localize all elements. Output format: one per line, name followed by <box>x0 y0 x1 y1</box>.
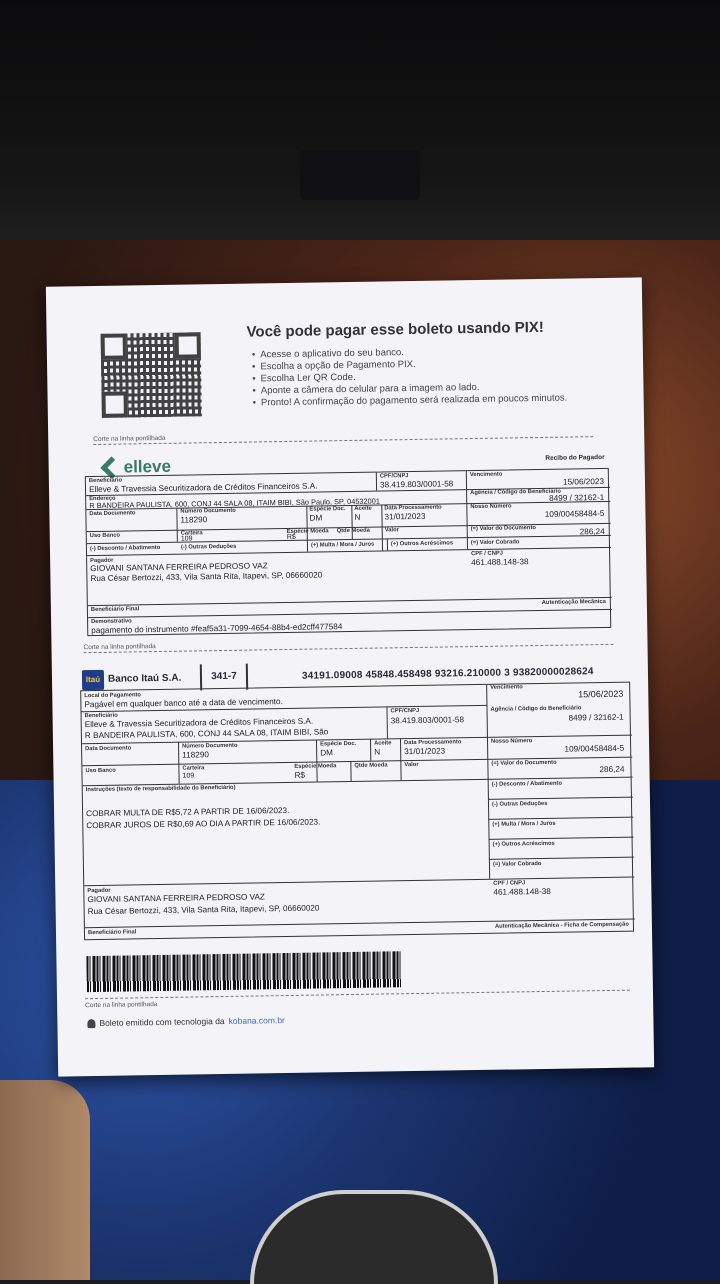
hand <box>0 1080 90 1280</box>
ficha-pagador-cpf: 461.488.148-38 <box>493 886 551 897</box>
recibo-data-processamento: 31/01/2023 <box>384 511 426 522</box>
ficha-numero-documento: 118290 <box>182 750 209 760</box>
ficha-endereco: R BANDEIRA PAULISTA, 600, CONJ 44 SALA 0… <box>84 727 329 741</box>
cut-line <box>93 436 594 446</box>
bank-name: Banco Itaú S.A. <box>107 672 182 685</box>
ficha-nosso-numero: 109/00458484-5 <box>564 743 625 754</box>
pix-title: Você pode pagar esse boleto usando PIX! <box>246 318 544 341</box>
cut-label: Corte na linha pontilhada <box>85 1001 158 1010</box>
recibo-pagador-cpf: 461.488.148-38 <box>471 557 529 568</box>
boleto-paper: Você pode pagar esse boleto usando PIX! … <box>45 277 655 1077</box>
ficha-instrucao-multa: COBRAR MULTA DE R$5,72 A PARTIR DE 16/06… <box>86 805 290 819</box>
bank-code: 341-7 <box>199 663 249 691</box>
ficha-valor-documento: 286,24 <box>599 764 625 775</box>
ficha-pagador-nome: GIOVANI SANTANA FERREIRA PEDROSO VAZ <box>87 892 265 905</box>
ficha-cnpj: 38.419.803/0001-58 <box>390 715 465 726</box>
kobana-footer: Boleto emitido com tecnologia da kobana.… <box>87 1015 285 1028</box>
ficha-local-pagamento: Pagável em qualquer banco até a data de … <box>84 697 283 710</box>
recibo-nosso-numero: 109/00458484-5 <box>544 508 605 519</box>
recibo-title: Recibo do Pagador <box>545 453 605 462</box>
cut-label: Corte na linha pontilhada <box>83 643 156 652</box>
ficha-pagador-endereco: Rua César Bertozzi, 433, Vila Santa Rita… <box>87 903 320 917</box>
cut-label: Corte na linha pontilhada <box>93 434 166 444</box>
ficha-instrucao-juros: COBRAR JUROS DE R$0,69 AO DIA A PARTIR D… <box>86 817 321 831</box>
cut-line <box>85 989 630 1000</box>
kobana-icon <box>87 1018 96 1028</box>
recibo-numero-documento: 118290 <box>180 515 208 525</box>
barcode <box>86 951 402 993</box>
recibo-cnpj: 38.419.803/0001-58 <box>379 479 454 490</box>
recibo-agencia: 8499 / 32162-1 <box>549 492 605 503</box>
ficha-vencimento: 15/06/2023 <box>578 688 624 700</box>
ficha-data-processamento: 31/01/2023 <box>404 746 446 757</box>
pix-qr-code <box>100 332 202 418</box>
itau-logo: Itaú <box>81 669 105 691</box>
ficha-box: Local do Pagamento Pagável em qualquer b… <box>80 681 635 941</box>
recibo-vencimento: 15/06/2023 <box>562 476 605 487</box>
ficha-agencia: 8499 / 32162-1 <box>568 712 624 723</box>
monitor-background <box>0 0 720 250</box>
recibo-box: Beneficiário Elleve & Travessia Securiti… <box>84 467 612 637</box>
linha-digitavel: 34191.09008 45848.458498 93216.210000 3 … <box>301 666 594 682</box>
cut-line <box>83 643 614 654</box>
kobana-link[interactable]: kobana.com.br <box>229 1015 285 1026</box>
monitor-base <box>300 150 420 200</box>
pix-steps: Acesse o aplicativo do seu banco. Escolh… <box>252 344 593 409</box>
recibo-valor-documento: 286,24 <box>579 526 605 537</box>
